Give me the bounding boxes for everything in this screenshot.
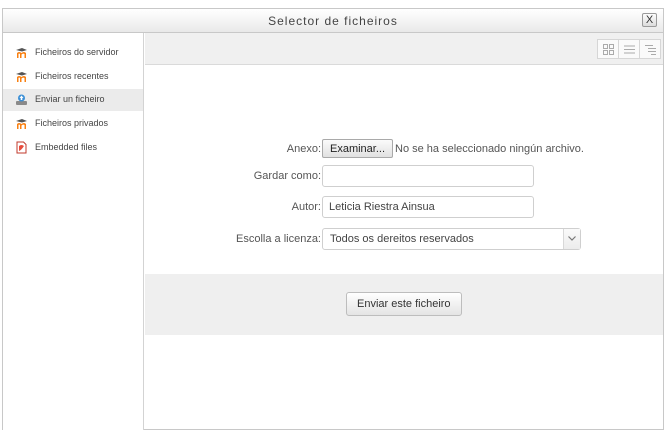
list-view-icon (624, 45, 635, 54)
repository-sidebar: Ficheiros do servidor Ficheiros recentes… (3, 33, 144, 430)
save-as-label: Gardar como: (253, 170, 321, 182)
upload-submit-button[interactable]: Enviar este ficheiro (346, 292, 462, 316)
license-label: Escolla a licenza: (236, 233, 321, 245)
moodle-repository-icon (16, 119, 27, 129)
sidebar-item-label: Ficheiros recentes (35, 71, 109, 81)
sidebar-item-private-files[interactable]: Ficheiros privados (3, 113, 143, 135)
author-label: Autor: (291, 201, 321, 213)
author-row: Autor: (145, 196, 663, 220)
file-picker-dialog: Selector de ficheiros X Ficheiros do ser… (2, 8, 664, 430)
sidebar-item-label: Ficheiros do servidor (35, 47, 119, 57)
list-view-button[interactable] (618, 39, 640, 59)
save-as-input[interactable] (322, 165, 534, 187)
sidebar-item-label: Ficheiros privados (35, 118, 109, 128)
sidebar-item-label: Enviar un ficheiro (35, 94, 105, 104)
attachment-label: Anexo: (286, 143, 321, 155)
license-selected-value: Todos os dereitos reservados (330, 233, 474, 245)
view-switcher (597, 39, 661, 59)
close-button[interactable]: X (642, 13, 657, 27)
submit-area: Enviar este ficheiro (145, 274, 663, 335)
save-as-row: Gardar como: (145, 165, 663, 189)
upload-icon (16, 94, 27, 105)
dialog-title: Selector de ficheiros (268, 14, 398, 28)
icon-view-button[interactable] (597, 39, 619, 59)
sidebar-item-label: Embedded files (35, 142, 98, 152)
sidebar-item-upload-file[interactable]: Enviar un ficheiro (3, 89, 143, 111)
no-file-text: No se ha seleccionado ningún archivo. (395, 143, 584, 155)
icon-view-icon (603, 44, 614, 55)
dropdown-arrow (563, 229, 580, 249)
browse-button[interactable]: Examinar... (322, 139, 394, 158)
main-panel: Anexo: Examinar... No se ha seleccionado… (145, 33, 663, 430)
sidebar-item-server-files[interactable]: Ficheiros do servidor (3, 42, 143, 64)
chevron-down-icon (568, 236, 576, 241)
moodle-repository-icon (16, 48, 27, 58)
attachment-row: Anexo: Examinar... No se ha seleccionado… (145, 138, 663, 162)
moodle-repository-icon (16, 72, 27, 82)
sidebar-item-recent-files[interactable]: Ficheiros recentes (3, 66, 143, 88)
toolbar (145, 33, 663, 65)
tree-view-icon (645, 45, 656, 55)
license-row: Escolla a licenza: Todos os dereitos res… (145, 228, 663, 252)
dialog-titlebar: Selector de ficheiros X (3, 9, 663, 33)
license-select[interactable]: Todos os dereitos reservados (322, 228, 581, 250)
document-icon (16, 141, 27, 154)
sidebar-item-embedded-files[interactable]: Embedded files (3, 137, 143, 159)
author-input[interactable] (322, 196, 534, 218)
tree-view-button[interactable] (639, 39, 661, 59)
